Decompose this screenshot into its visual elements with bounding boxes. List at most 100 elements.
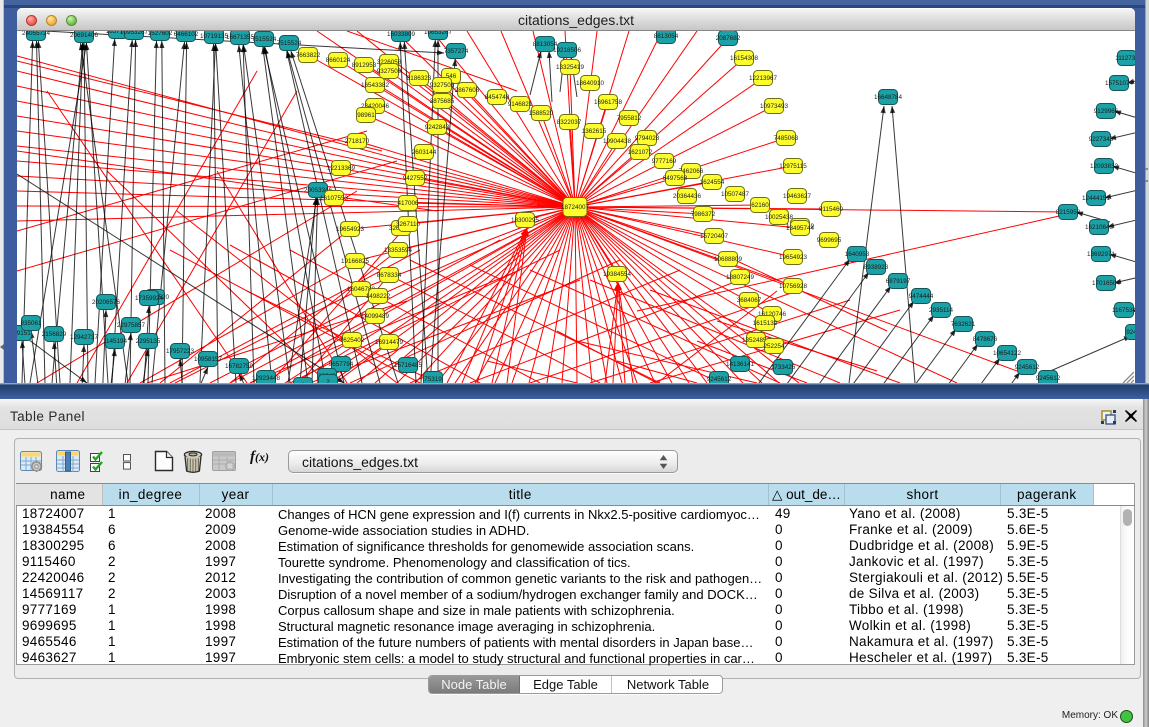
svg-text:1588520: 1588520 <box>529 110 554 117</box>
svg-text:9427552: 9427552 <box>403 175 428 182</box>
svg-text:1112734: 1112734 <box>1115 55 1135 62</box>
svg-text:10653267: 10653267 <box>424 31 453 36</box>
svg-text:16671355: 16671355 <box>226 34 255 41</box>
svg-text:2295135: 2295135 <box>136 338 161 345</box>
svg-text:14099489: 14099489 <box>361 313 390 320</box>
svg-text:18807249: 18807249 <box>726 274 755 281</box>
svg-text:8478676: 8478676 <box>973 336 998 343</box>
svg-text:19654923: 19654923 <box>336 226 365 233</box>
svg-text:9115460: 9115460 <box>819 206 844 213</box>
svg-text:19384554: 19384554 <box>603 271 632 278</box>
svg-text:1362615: 1362615 <box>582 128 607 135</box>
svg-text:9245612: 9245612 <box>707 376 732 383</box>
svg-text:7485063: 7485063 <box>774 135 799 142</box>
svg-text:12444151: 12444151 <box>1082 195 1111 202</box>
svg-text:1624554: 1624554 <box>700 179 725 186</box>
svg-text:9242843: 9242843 <box>425 124 450 131</box>
svg-text:17359924: 17359924 <box>135 295 164 302</box>
svg-text:10025438: 10025438 <box>765 214 794 221</box>
svg-text:22975857: 22975857 <box>117 322 146 329</box>
svg-text:3684067: 3684067 <box>737 297 762 304</box>
svg-text:417006: 417006 <box>397 200 419 207</box>
svg-text:9129966: 9129966 <box>1094 108 1119 115</box>
svg-text:18724007: 18724007 <box>561 204 590 211</box>
svg-text:12213369: 12213369 <box>327 165 356 172</box>
svg-text:9146821: 9146821 <box>508 101 533 108</box>
svg-text:10756928: 10756928 <box>779 283 808 290</box>
svg-text:19463627: 19463627 <box>783 193 812 200</box>
svg-text:12093832: 12093832 <box>1090 163 1119 170</box>
svg-text:8660124: 8660124 <box>326 57 351 64</box>
svg-text:8938923: 8938923 <box>864 264 889 271</box>
svg-text:6879197: 6879197 <box>886 278 911 285</box>
svg-text:1527602: 1527602 <box>148 31 173 37</box>
svg-text:19654923: 19654923 <box>779 254 808 261</box>
svg-text:19218506: 19218506 <box>553 47 582 54</box>
svg-text:7663822: 7663822 <box>296 52 321 59</box>
svg-text:17957223: 17957223 <box>166 348 195 355</box>
svg-text:8454749: 8454749 <box>485 94 510 101</box>
svg-text:10507487: 10507487 <box>721 191 750 198</box>
svg-text:3267110: 3267110 <box>396 221 421 228</box>
svg-text:98961: 98961 <box>357 112 375 119</box>
svg-text:12975115: 12975115 <box>779 163 807 170</box>
svg-text:2867608: 2867608 <box>455 87 480 94</box>
svg-text:10654122: 10654122 <box>993 350 1022 357</box>
svg-text:15751074: 15751074 <box>1105 80 1134 87</box>
svg-text:8186323: 8186323 <box>407 75 432 82</box>
svg-text:13325419: 13325419 <box>556 64 585 71</box>
svg-text:15716485: 15716485 <box>394 362 423 369</box>
svg-text:16543382: 16543382 <box>361 82 390 89</box>
svg-text:1167534: 1167534 <box>1112 307 1135 314</box>
svg-text:9699695: 9699695 <box>817 237 842 244</box>
svg-text:7515524: 7515524 <box>277 40 302 47</box>
svg-text:16154308: 16154308 <box>730 55 759 62</box>
svg-text:16914479: 16914479 <box>375 339 404 346</box>
svg-text:20364436: 20364436 <box>673 193 702 200</box>
svg-text:3875685: 3875685 <box>430 98 455 105</box>
svg-text:24055724: 24055724 <box>22 31 51 37</box>
svg-text:2603144: 2603144 <box>412 149 437 156</box>
svg-text:10973493: 10973493 <box>760 103 789 110</box>
svg-text:9794028: 9794028 <box>635 135 660 142</box>
svg-text:2087682: 2087682 <box>716 35 741 42</box>
svg-text:7986372: 7986372 <box>691 211 716 218</box>
svg-text:20206576: 20206576 <box>92 299 121 306</box>
svg-text:8678334: 8678334 <box>377 272 402 279</box>
svg-text:8912953: 8912953 <box>352 62 377 69</box>
svg-text:7955812: 7955812 <box>617 115 642 122</box>
svg-text:2935114: 2935114 <box>929 307 954 314</box>
svg-text:17016504: 17016504 <box>1092 280 1121 287</box>
svg-text:9777169: 9777169 <box>652 158 677 165</box>
svg-text:9474444: 9474444 <box>909 293 934 300</box>
svg-text:9327508: 9327508 <box>430 82 455 89</box>
svg-text:16648784: 16648784 <box>874 94 903 101</box>
svg-text:12942737: 12942737 <box>70 334 99 341</box>
svg-text:12213967: 12213967 <box>749 75 778 82</box>
svg-text:16961758: 16961758 <box>594 99 623 106</box>
svg-text:19166825: 19166825 <box>341 258 370 265</box>
svg-text:16033809: 16033809 <box>387 31 416 38</box>
svg-text:10953267: 10953267 <box>120 31 149 36</box>
svg-text:6466102: 6466102 <box>174 31 199 38</box>
svg-text:20691406: 20691406 <box>70 32 99 39</box>
svg-text:7625402: 7625402 <box>340 337 365 344</box>
svg-text:10958157: 10958157 <box>194 356 223 363</box>
svg-text:13353594: 13353594 <box>384 247 413 254</box>
svg-text:7515524: 7515524 <box>252 36 277 43</box>
svg-text:12923448: 12923448 <box>252 375 281 382</box>
svg-text:16210643: 16210643 <box>1085 224 1114 231</box>
svg-text:1615132: 1615132 <box>753 320 778 327</box>
svg-text:13495744: 13495744 <box>786 225 815 232</box>
svg-text:10719135: 10719135 <box>200 33 229 40</box>
svg-text:8813054: 8813054 <box>654 33 679 40</box>
svg-text:252254: 252254 <box>763 343 785 350</box>
svg-text:39151: 39151 <box>17 330 31 337</box>
svg-text:75319: 75319 <box>424 376 442 383</box>
svg-text:8215958: 8215958 <box>1056 209 1081 216</box>
svg-text:10688809: 10688809 <box>714 256 743 263</box>
svg-text:8322037: 8322037 <box>557 119 582 126</box>
svg-text:9657794: 9657794 <box>329 361 354 368</box>
svg-text:9327509: 9327509 <box>377 68 402 75</box>
svg-text:1640953: 1640953 <box>845 251 870 258</box>
